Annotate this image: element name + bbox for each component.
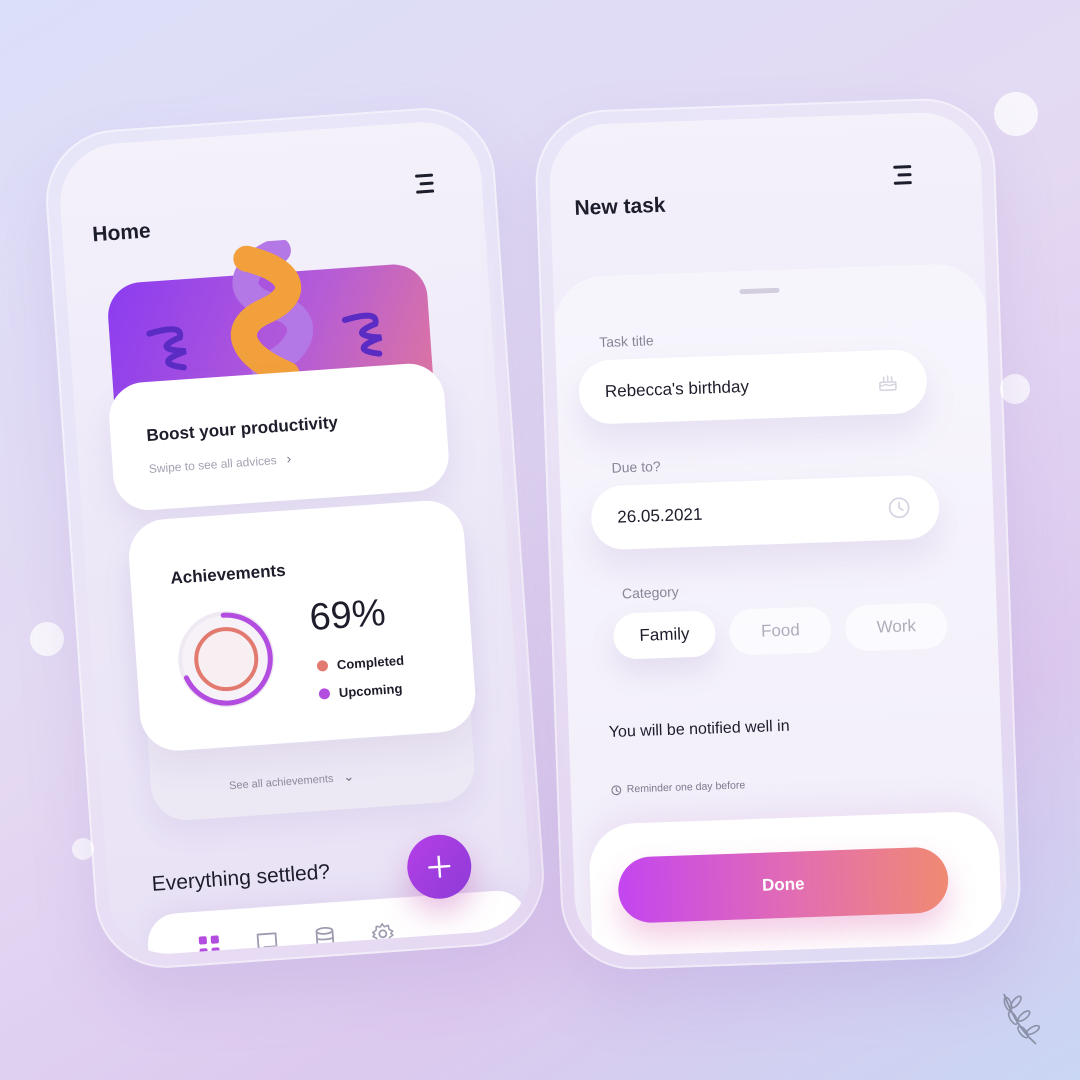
task-title-value: Rebecca's birthday (604, 376, 750, 401)
legend-upcoming-label: Upcoming (338, 680, 403, 701)
settings-icon (371, 923, 394, 945)
menu-icon[interactable] (889, 165, 912, 186)
boost-title: Boost your productivity (145, 412, 339, 446)
database-icon (315, 926, 335, 948)
reminder-text: Reminder one day before (626, 779, 746, 796)
nav-messages[interactable] (253, 928, 281, 956)
due-date-field[interactable]: 26.05.2021 (590, 474, 941, 551)
plus-icon (428, 855, 451, 878)
decor-bubble (30, 622, 64, 656)
due-date-value: 26.05.2021 (616, 504, 703, 527)
progress-donut-chart (178, 611, 275, 708)
reminder-note: Reminder one day before (611, 779, 746, 796)
legend-completed: Completed (316, 653, 404, 674)
swipe-advices-link[interactable]: Swipe to see all advices › (148, 450, 292, 477)
chat-icon (256, 932, 278, 953)
page-title: New task (574, 193, 666, 220)
task-title-field[interactable]: Rebecca's birthday (577, 348, 928, 425)
new-task-phone: New task Task title Rebecca's birthday D… (533, 96, 1023, 972)
achievements-title: Achievements (169, 560, 287, 588)
done-button[interactable]: Done (617, 846, 950, 924)
legend-upcoming: Upcoming (318, 680, 403, 702)
completed-ring (194, 627, 259, 692)
sheet-handle[interactable] (739, 287, 780, 295)
bottom-nav (145, 888, 530, 958)
page-title: Home (91, 219, 152, 247)
boost-card[interactable]: Boost your productivity Swipe to see all… (106, 361, 451, 513)
decor-bubble (1000, 374, 1030, 404)
notify-text: You will be notified well in (608, 717, 790, 742)
grid-icon (198, 935, 220, 957)
laurel-icon (1003, 993, 1041, 1045)
nav-database[interactable] (311, 924, 339, 952)
decor-bubble (994, 92, 1038, 136)
spring-icon (146, 326, 187, 371)
legend-completed-label: Completed (336, 652, 405, 673)
add-button[interactable] (405, 832, 474, 901)
chevron-down-icon: ⌄ (342, 768, 355, 785)
spring-icon (341, 312, 383, 357)
due-label: Due to? (611, 458, 661, 476)
settled-heading: Everything settled? (151, 860, 331, 896)
chevron-right-icon: › (285, 450, 292, 467)
category-chip-family[interactable]: Family (612, 610, 717, 660)
home-phone: Home Boost your productivity Swipe to se… (41, 103, 549, 973)
done-panel: Done (588, 810, 1004, 958)
achievements-card: Achievements 69% Completed Upcoming (126, 498, 478, 754)
completed-dot (316, 660, 329, 672)
task-form-sheet: Task title Rebecca's birthday Due to? 26… (552, 262, 1009, 958)
upcoming-dot (318, 687, 331, 700)
nav-settings[interactable] (369, 920, 397, 948)
task-title-label: Task title (598, 332, 654, 351)
home-screen: Home Boost your productivity Swipe to se… (56, 118, 534, 958)
clock-icon (888, 497, 910, 519)
nav-home[interactable] (195, 932, 223, 958)
category-chip-food[interactable]: Food (728, 606, 833, 656)
category-chip-work[interactable]: Work (844, 602, 949, 652)
swipe-advices-label: Swipe to see all advices (148, 453, 278, 477)
clock-icon (611, 784, 622, 795)
achievement-percent: 69% (308, 591, 387, 640)
menu-icon[interactable] (411, 173, 435, 194)
new-task-screen: New task Task title Rebecca's birthday D… (547, 110, 1009, 958)
birthday-cake-icon (879, 375, 897, 392)
category-label: Category (621, 583, 680, 602)
